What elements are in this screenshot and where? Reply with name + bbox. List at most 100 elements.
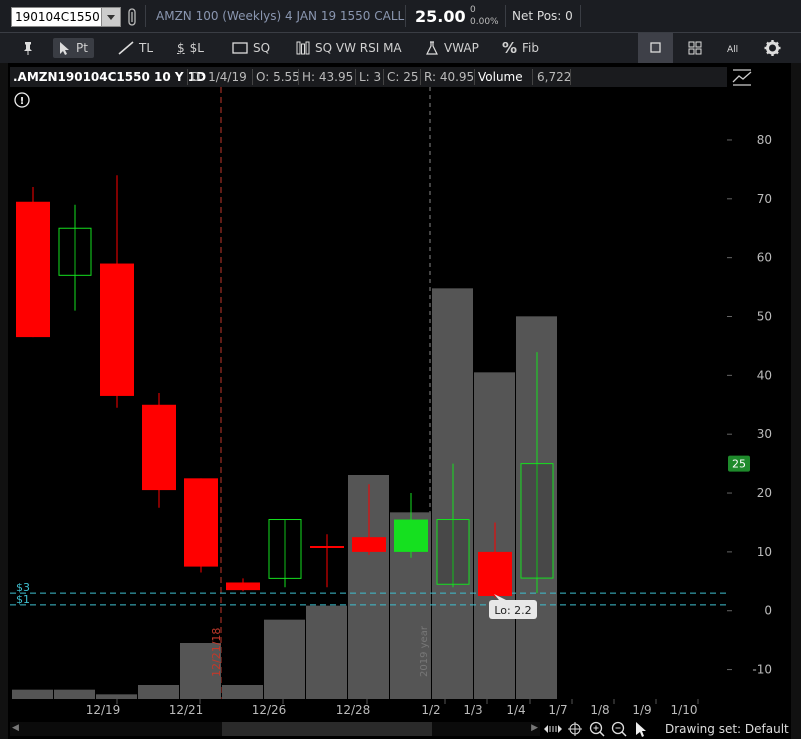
- scroll-right-icon[interactable]: ▶: [531, 723, 538, 733]
- candle-body: [184, 478, 218, 567]
- square-icon: [650, 42, 661, 53]
- dollar-icon: $: [177, 41, 185, 55]
- x-tick-label: 1/2: [421, 703, 440, 717]
- info-date: D: 1/4/19: [191, 70, 247, 84]
- studies-label: SQ VW RSI MA: [315, 41, 402, 55]
- symbol-input[interactable]: 190104C1550: [11, 7, 121, 27]
- grid-layout-button[interactable]: [678, 33, 713, 63]
- scroll-left-icon[interactable]: ◀: [12, 723, 19, 733]
- horizontal-scrollbar[interactable]: ◀ ▶: [10, 722, 540, 736]
- rectangle-icon: [232, 42, 248, 54]
- candle-body: [58, 227, 92, 276]
- divider: [252, 69, 253, 85]
- zoom-out-icon[interactable]: [611, 721, 627, 737]
- alert-mark: !: [20, 96, 25, 107]
- pointer-tool-button[interactable]: Pt: [53, 38, 94, 58]
- square-label: SQ: [253, 41, 271, 55]
- divider: [355, 69, 356, 85]
- volume-bar: [54, 689, 95, 699]
- drawing-toolbar: Pt TL $ $L SQ SQ VW RSI MA VWAP % Fib Al…: [0, 33, 801, 63]
- candle-body: [226, 582, 260, 591]
- vwap-button[interactable]: VWAP: [425, 38, 479, 58]
- settings-button[interactable]: [755, 33, 790, 63]
- candle-body: [352, 537, 386, 552]
- change-value: 0: [470, 5, 476, 15]
- x-tick-label: 1/7: [548, 703, 567, 717]
- volume-label: Volume: [478, 70, 523, 84]
- right-edge: [791, 62, 801, 739]
- price-level-button[interactable]: $ $L: [177, 38, 204, 58]
- divider: [505, 5, 506, 27]
- zoom-in-icon[interactable]: [589, 721, 605, 737]
- y-tick-label: 60: [757, 251, 772, 265]
- price-axis[interactable]: 80 70 60 50 40 30 20 10 0 -10 25: [727, 87, 791, 699]
- trendline-button[interactable]: TL: [118, 38, 153, 58]
- volume-bar: [12, 689, 53, 699]
- divider: [580, 5, 581, 27]
- symbol-dropdown-button[interactable]: [101, 8, 120, 26]
- divider: [298, 69, 299, 85]
- cursor-icon[interactable]: [635, 721, 649, 737]
- link-icon[interactable]: [127, 8, 137, 26]
- drawing-set-label[interactable]: Drawing set: Default: [665, 722, 789, 736]
- info-close: C: 25: [387, 70, 419, 84]
- change-percent: 0.00%: [470, 17, 499, 27]
- gear-icon: [764, 40, 781, 56]
- candle-body: [310, 546, 344, 548]
- x-tick-label: 12/19: [86, 703, 121, 717]
- x-tick-label: 1/10: [671, 703, 698, 717]
- symbol-text: 190104C1550: [15, 10, 100, 24]
- y-tick-label: 50: [757, 310, 772, 324]
- all-button[interactable]: All: [716, 33, 751, 63]
- pin-button[interactable]: [22, 38, 34, 58]
- trendline-icon: [118, 41, 134, 55]
- x-tick-label: 1/4: [506, 703, 525, 717]
- year-marker-label: 12/21/18: [210, 628, 223, 677]
- instrument-description: AMZN 100 (Weeklys) 4 JAN 19 1550 CALL: [156, 9, 405, 23]
- crosshair-icon[interactable]: [568, 722, 582, 736]
- price-chart[interactable]: $3$1 !12/21/18 2019 yearLo: 2.2: [10, 87, 727, 699]
- chart-info-bar: .AMZN190104C1550 10 Y 1D D: 1/4/19 O: 5.…: [10, 67, 727, 87]
- price-level-label: $L: [189, 41, 204, 55]
- symbol-bar: 190104C1550 AMZN 100 (Weeklys) 4 JAN 19 …: [0, 0, 801, 33]
- square-button[interactable]: SQ: [232, 38, 270, 58]
- volume-bar: [264, 619, 305, 699]
- bottom-tools: Drawing set: Default: [540, 720, 801, 739]
- candle-body: [394, 519, 428, 552]
- chart-drawings-icon[interactable]: [732, 68, 752, 86]
- svg-text:All: All: [727, 45, 738, 55]
- studies-button[interactable]: SQ VW RSI MA: [296, 38, 402, 58]
- x-tick-label: 1/8: [590, 703, 609, 717]
- time-axis[interactable]: 12/19 12/21 12/26 12/28 1/2 1/3 1/4 1/7 1/8 1/9 1/…: [10, 699, 727, 719]
- single-layout-button[interactable]: [638, 33, 673, 63]
- candle-body: [142, 404, 176, 491]
- x-tick-label: 12/21: [169, 703, 204, 717]
- volume-bar: [222, 685, 263, 699]
- candle-body: [478, 551, 512, 597]
- trendline-label: TL: [139, 41, 154, 55]
- pin-icon: [24, 42, 32, 55]
- y-tick-label: 20: [757, 486, 772, 500]
- info-high: H: 43.95: [302, 70, 354, 84]
- divider: [420, 69, 421, 85]
- left-edge: [0, 62, 8, 739]
- x-tick-label: 12/26: [252, 703, 287, 717]
- divider: [474, 69, 475, 85]
- y-tick-label: 40: [757, 368, 772, 382]
- y-tick-label: 70: [757, 192, 772, 206]
- y-tick-label: 80: [757, 133, 772, 147]
- y-tick-label: -10: [752, 663, 772, 677]
- divider: [405, 5, 406, 27]
- change-display: 0 0.00%: [470, 4, 499, 28]
- percent-icon: %: [502, 39, 518, 57]
- scroll-thumb[interactable]: [222, 722, 432, 736]
- divider: [383, 69, 384, 85]
- price-tag-text: 25: [732, 458, 746, 471]
- net-position: Net Pos: 0: [512, 9, 573, 23]
- divider: [187, 69, 188, 85]
- fib-button[interactable]: % Fib: [502, 38, 539, 58]
- pan-arrows-icon[interactable]: [543, 723, 563, 735]
- last-price: 25.00: [415, 7, 466, 26]
- divider: [145, 5, 146, 27]
- volume-bar: [306, 605, 347, 699]
